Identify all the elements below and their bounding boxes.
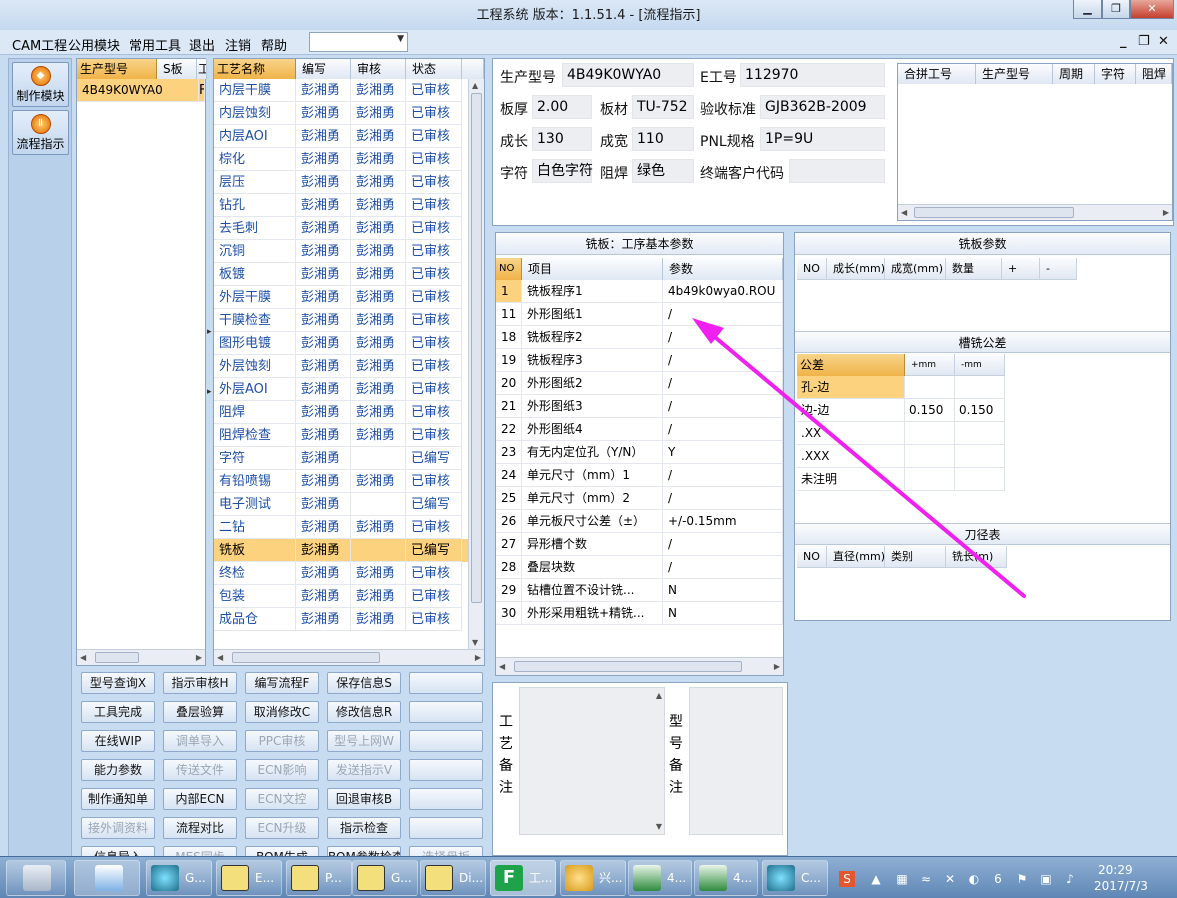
app-icon [767, 865, 795, 891]
tray-icon[interactable]: 6 [990, 871, 1006, 887]
taskbar-item[interactable]: P... [286, 860, 352, 896]
taskbar-notepad[interactable] [74, 860, 140, 896]
app-icon [357, 865, 385, 891]
taskbar-item[interactable]: G... [352, 860, 418, 896]
taskbar-calculator[interactable] [6, 860, 66, 896]
taskbar-label: C... [801, 871, 821, 885]
taskbar-label: 4... [733, 871, 753, 885]
tray-icon[interactable]: ▦ [894, 871, 910, 887]
taskbar-label: G... [185, 871, 206, 885]
taskbar-item[interactable]: C... [762, 860, 828, 896]
excel-icon [699, 865, 727, 891]
clock-time[interactable]: 20:29 [1098, 863, 1133, 877]
taskbar-item[interactable]: 4... [628, 860, 692, 896]
flag-icon[interactable]: ⚑ [1014, 871, 1030, 887]
calculator-icon [23, 865, 51, 891]
taskbar-label: 工... [529, 871, 553, 885]
taskbar-label: P... [325, 871, 342, 885]
app-icon [291, 865, 319, 891]
taskbar-label: Di... [459, 871, 484, 885]
annotation-arrow [692, 318, 1026, 598]
taskbar-label: G... [391, 871, 412, 885]
taskbar-item[interactable]: 4... [694, 860, 758, 896]
tray-icon[interactable]: ✕ [942, 871, 958, 887]
app-icon [221, 865, 249, 891]
taskbar: G... E... P... G... Di... F 工... 兴... 4..… [0, 856, 1177, 898]
app-icon [425, 865, 453, 891]
app-icon: F [495, 865, 523, 891]
volume-icon[interactable]: ♪ [1062, 871, 1078, 887]
tray-icon[interactable]: ▲ [868, 871, 884, 887]
tray-icon[interactable]: S [839, 871, 855, 887]
excel-icon [633, 865, 661, 891]
notepad-icon [95, 865, 123, 891]
tray-icon[interactable]: ◐ [966, 871, 982, 887]
taskbar-item-active[interactable]: F 工... [490, 860, 556, 896]
taskbar-item[interactable]: Di... [420, 860, 486, 896]
tray-icon[interactable]: ≈ [918, 871, 934, 887]
taskbar-item[interactable]: 兴... [560, 860, 626, 896]
taskbar-label: E... [255, 871, 275, 885]
taskbar-item[interactable]: E... [216, 860, 282, 896]
clock-date[interactable]: 2017/7/3 [1094, 879, 1148, 893]
taskbar-label: 兴... [599, 871, 623, 885]
network-icon[interactable]: ▣ [1038, 871, 1054, 887]
app-icon [151, 865, 179, 891]
taskbar-label: 4... [667, 871, 687, 885]
app-icon [565, 865, 593, 891]
taskbar-item[interactable]: G... [146, 860, 212, 896]
